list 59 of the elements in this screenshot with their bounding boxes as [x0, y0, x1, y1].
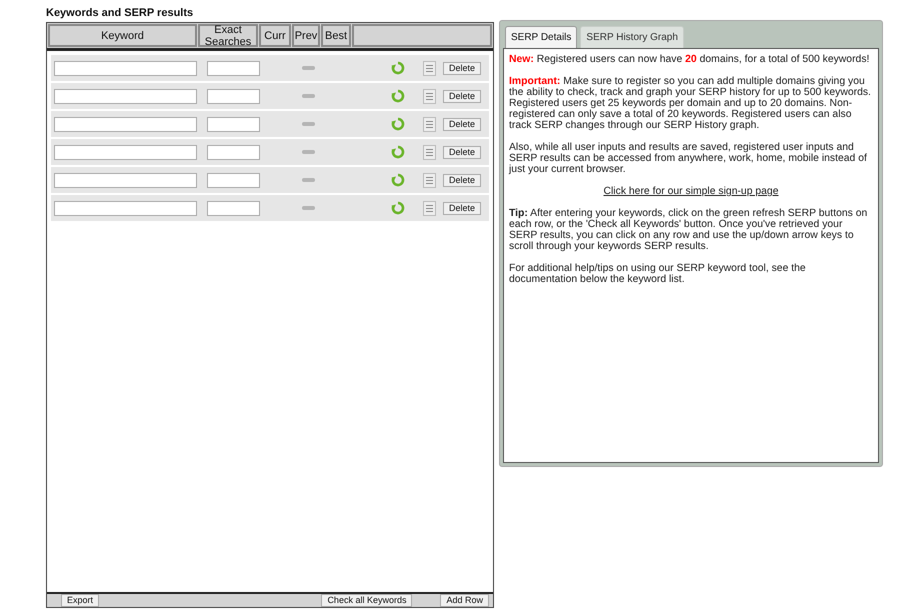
rank-placeholder-icon: [302, 206, 315, 210]
notes-icon[interactable]: [423, 88, 436, 104]
keyword-field[interactable]: [54, 60, 197, 76]
rank-placeholder-icon: [302, 94, 315, 98]
rank-placeholder-icon: [302, 150, 315, 154]
delete-button[interactable]: Delete: [443, 202, 482, 214]
searches-field[interactable]: [207, 88, 260, 104]
keyword-row[interactable]: Delete: [51, 55, 489, 81]
searches-field[interactable]: [207, 60, 260, 76]
keyword-row[interactable]: Delete: [51, 111, 489, 137]
info-paragraph: Important: Make sure to register so you can add multiple domains giving you the ability to check, track and graph your SERP history for up to 500 keywords. Registered users get 25 keywords per domain and up to 20 domains. Non-registered can only save a total of 20 keywords. Registered users can also track SERP changes through our SERP History graph.: [509, 76, 872, 131]
searches-field[interactable]: [207, 116, 260, 132]
info-paragraph: Tip: After entering your keywords, click on the green refresh SERP buttons on each row, or the 'Check all Keywords' button. Once you've retrieved your SERP results, you can click on any row and use the up/down arrow keys to scroll through your keywords SERP results.: [509, 208, 868, 252]
refresh-icon[interactable]: [391, 201, 405, 215]
info-paragraph: For additional help/tips on using our SERP keyword tool, see the documentation below the keyword list.: [509, 263, 807, 285]
panel-tab[interactable]: SERP Details: [505, 26, 578, 48]
add-row-button[interactable]: Add Row: [440, 594, 489, 607]
signup-link[interactable]: Click here for our simple sign-up page: [604, 186, 778, 197]
delete-button[interactable]: Delete: [443, 118, 482, 130]
panel-tab[interactable]: SERP History Graph: [580, 26, 684, 48]
keyword-row[interactable]: Delete: [51, 83, 489, 109]
column-header: Curr: [259, 24, 291, 47]
column-header: Prev: [292, 24, 320, 47]
section-title: Keywords and SERP results: [46, 6, 194, 21]
refresh-icon[interactable]: [391, 173, 405, 187]
check-all-button[interactable]: Check all Keywords: [321, 594, 412, 607]
column-header: Exact Searches: [198, 24, 258, 47]
keyword-field[interactable]: [54, 172, 197, 188]
delete-button[interactable]: Delete: [443, 62, 482, 74]
rank-placeholder-icon: [302, 178, 315, 182]
column-header: Keyword: [48, 24, 197, 47]
rank-placeholder-icon: [302, 122, 315, 126]
notes-icon[interactable]: [423, 200, 436, 216]
refresh-icon[interactable]: [391, 145, 405, 159]
delete-button[interactable]: Delete: [443, 174, 482, 186]
refresh-icon[interactable]: [391, 89, 405, 103]
keyword-row[interactable]: Delete: [51, 195, 489, 221]
keyword-field[interactable]: [54, 144, 197, 160]
info-paragraph: Also, while all user inputs and results are saved, registered user inputs and SERP results can be accessed from anywhere, work, home, mobile instead of just your current browser.: [509, 142, 868, 175]
export-button[interactable]: Export: [61, 594, 100, 607]
keyword-field[interactable]: [54, 200, 197, 216]
info-paragraph: New: Registered users can now have 20 domains, for a total of 500 keywords!: [509, 54, 870, 65]
searches-field[interactable]: [207, 172, 260, 188]
keyword-field[interactable]: [54, 88, 197, 104]
delete-button[interactable]: Delete: [443, 146, 482, 158]
notes-icon[interactable]: [423, 172, 436, 188]
notes-icon[interactable]: [423, 60, 436, 76]
rank-placeholder-icon: [302, 66, 315, 70]
keyword-field[interactable]: [54, 116, 197, 132]
keyword-row[interactable]: Delete: [51, 139, 489, 165]
notes-icon[interactable]: [423, 144, 436, 160]
searches-field[interactable]: [207, 200, 260, 216]
keyword-row[interactable]: Delete: [51, 167, 489, 193]
notes-icon[interactable]: [423, 116, 436, 132]
refresh-icon[interactable]: [391, 117, 405, 131]
column-header: Best: [321, 24, 351, 47]
searches-field[interactable]: [207, 144, 260, 160]
refresh-icon[interactable]: [391, 61, 405, 75]
delete-button[interactable]: Delete: [443, 90, 482, 102]
